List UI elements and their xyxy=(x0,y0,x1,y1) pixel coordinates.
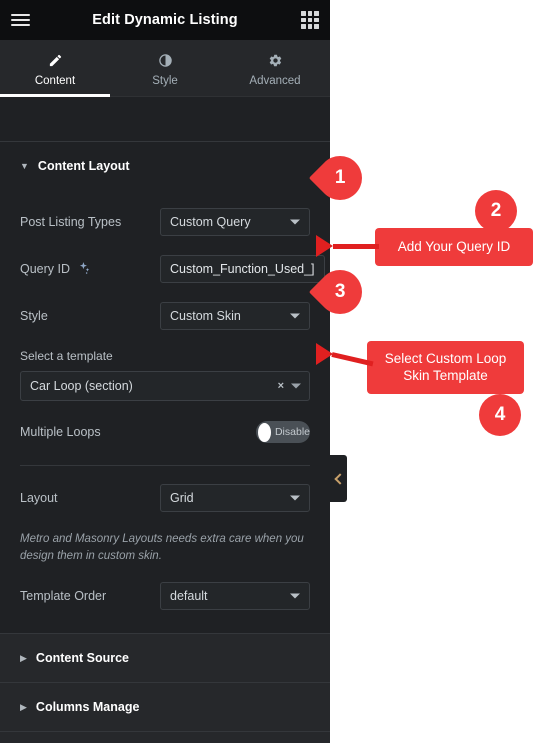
select-template-value: Car Loop (section) xyxy=(30,379,133,393)
caret-down-icon: ▼ xyxy=(20,160,29,171)
annotation-callout-select-skin: Select Custom Loop Skin Template xyxy=(367,341,524,394)
contrast-icon xyxy=(158,53,173,69)
annotation-pin-2: 2 xyxy=(475,190,517,232)
page-title: Edit Dynamic Listing xyxy=(92,12,238,28)
tab-content[interactable]: Content xyxy=(0,40,110,97)
section-header-content-source[interactable]: ▶ Content Source xyxy=(0,634,330,684)
toggle-knob xyxy=(258,422,271,442)
layout-label: Layout xyxy=(20,491,58,505)
field-query-id: Query ID Custom_Function_Used_] xyxy=(20,254,325,284)
clear-icon[interactable]: × xyxy=(278,380,284,392)
pencil-icon xyxy=(48,53,63,69)
tab-advanced[interactable]: Advanced xyxy=(220,40,330,96)
section-header-content-layout[interactable]: ▼ Content Layout xyxy=(0,142,330,190)
section-title: Content Source xyxy=(35,651,129,666)
post-listing-types-select[interactable]: Custom Query xyxy=(160,208,310,236)
annotation-pin-2-number: 2 xyxy=(490,200,502,221)
query-id-input[interactable]: Custom_Function_Used_] xyxy=(160,255,325,283)
annotation-arrow-line-1 xyxy=(333,244,379,249)
panel-tabs: Content Style Advanced xyxy=(0,40,330,97)
multiple-loops-toggle[interactable]: Disable xyxy=(256,421,310,443)
elementor-editor-panel: Edit Dynamic Listing Content Style Advan… xyxy=(0,0,330,743)
gear-icon xyxy=(268,53,283,69)
field-layout: Layout Grid xyxy=(20,483,310,513)
hamburger-icon[interactable] xyxy=(0,0,40,40)
annotation-pin-3-number: 3 xyxy=(334,280,346,302)
layout-value: Grid xyxy=(170,491,194,505)
chevron-left-icon xyxy=(334,472,346,485)
section-title: Columns Manage xyxy=(35,700,140,715)
panel-collapse-handle[interactable] xyxy=(330,455,347,502)
annotation-callout-add-query-id: Add Your Query ID xyxy=(375,228,533,266)
query-id-label-text: Query ID xyxy=(20,262,71,276)
dynamic-tags-icon[interactable] xyxy=(77,261,91,278)
tab-style[interactable]: Style xyxy=(110,40,220,96)
caret-right-icon: ▶ xyxy=(20,652,27,663)
query-id-label: Query ID xyxy=(20,261,160,278)
annotation-arrow-head-1 xyxy=(316,235,333,257)
field-template-order: Template Order default xyxy=(20,581,310,611)
post-listing-types-label: Post Listing Types xyxy=(20,215,122,229)
tab-advanced-label: Advanced xyxy=(249,74,301,87)
multiple-loops-label: Multiple Loops xyxy=(20,425,101,439)
tab-style-label: Style xyxy=(152,74,178,87)
query-id-value: Custom_Function_Used_] xyxy=(170,262,315,276)
chevron-down-icon xyxy=(290,313,300,319)
field-style: Style Custom Skin xyxy=(20,301,310,331)
annotation-pin-1-number: 1 xyxy=(334,166,346,188)
section-header-extra-options[interactable]: ▶ Extra Options xyxy=(0,732,330,743)
annotation-pin-4: 4 xyxy=(479,394,521,436)
template-order-select[interactable]: default xyxy=(160,582,310,611)
chevron-down-icon xyxy=(290,593,300,599)
content-layout-body: Post Listing Types Custom Query Query ID xyxy=(0,207,330,634)
layout-select[interactable]: Grid xyxy=(160,484,310,512)
field-post-listing-types: Post Listing Types Custom Query xyxy=(20,207,310,237)
panel-header: Edit Dynamic Listing xyxy=(0,0,330,40)
tab-content-label: Content xyxy=(34,74,76,87)
style-label: Style xyxy=(20,309,48,323)
chevron-down-icon xyxy=(290,495,300,501)
annotation-pin-4-number: 4 xyxy=(494,404,506,425)
chevron-down-icon xyxy=(291,383,301,389)
select-template-label: Select a template xyxy=(20,349,113,363)
section-title: Content Layout xyxy=(37,159,130,173)
template-order-label: Template Order xyxy=(20,589,107,604)
chevron-down-icon xyxy=(290,219,300,225)
field-multiple-loops: Multiple Loops Disable xyxy=(20,419,310,445)
annotation-callout-1-text: Add Your Query ID xyxy=(397,238,511,254)
layout-note: Metro and Masonry Layouts needs extra ca… xyxy=(20,533,304,562)
caret-right-icon: ▶ xyxy=(20,701,27,712)
template-order-value: default xyxy=(170,589,208,604)
select-template-dropdown[interactable]: Car Loop (section) × xyxy=(20,371,310,401)
style-select[interactable]: Custom Skin xyxy=(160,302,310,330)
grid-icon[interactable] xyxy=(301,11,319,29)
annotation-arrow-head-2 xyxy=(316,343,333,365)
annotation-callout-2-text: Select Custom Loop Skin Template xyxy=(384,350,507,383)
panel-spacer xyxy=(0,97,330,142)
style-value: Custom Skin xyxy=(170,309,241,323)
toggle-state-label: Disable xyxy=(274,426,310,438)
post-listing-types-value: Custom Query xyxy=(170,215,251,229)
section-header-columns-manage[interactable]: ▶ Columns Manage xyxy=(0,683,330,733)
divider xyxy=(20,465,310,466)
